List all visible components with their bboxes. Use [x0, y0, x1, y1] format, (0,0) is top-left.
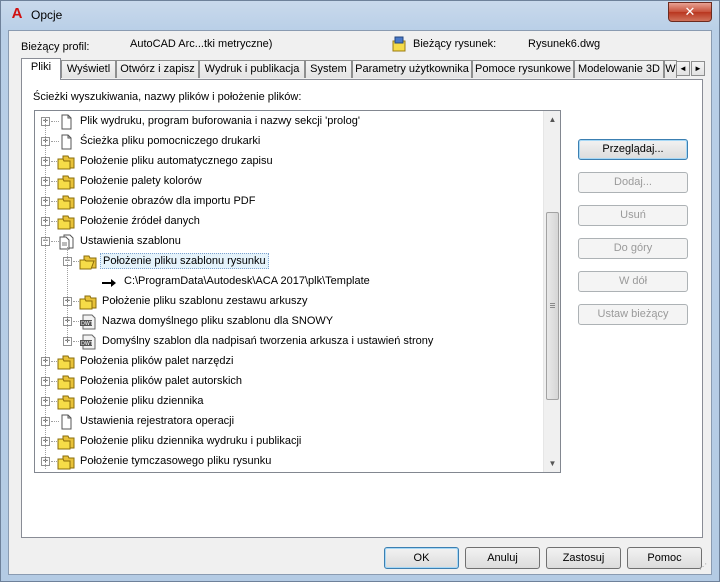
document-icon — [57, 414, 75, 430]
tree-item[interactable]: + Położenie pliku automatycznego zapisu — [35, 152, 543, 172]
tree-item-label: Domyślny szablon dla nadpisań tworzenia … — [102, 335, 434, 347]
svg-text:DWT: DWT — [81, 341, 94, 347]
window-title: Opcje — [31, 8, 63, 22]
tree-item[interactable]: C:\ProgramData\Autodesk\ACA 2017\plk\Tem… — [35, 272, 543, 292]
tree-item-label: Położenie pliku dziennika wydruku i publ… — [80, 435, 302, 447]
drawing-file-icon — [392, 36, 406, 52]
folder-icon — [57, 214, 75, 230]
tree-item-label: Położenie palety kolorów — [80, 175, 202, 187]
dwt-icon: DWT — [79, 334, 97, 350]
tree-item-label: Położenie pliku szablonu zestawu arkuszy — [102, 295, 308, 307]
tree-item[interactable]: + Położenie tymczasowego pliku rysunku — [35, 452, 543, 472]
tab-scroll-right-icon[interactable]: ► — [691, 61, 705, 76]
svg-text:DWT: DWT — [81, 321, 94, 327]
tree-item[interactable]: + Położenie źródeł danych — [35, 212, 543, 232]
tree-item-label: Położenie pliku szablonu rysunku — [100, 253, 269, 269]
browse-button[interactable]: Przeglądaj... — [578, 139, 688, 160]
ok-button[interactable]: OK — [384, 547, 459, 569]
dialog-body: Bieżący profil: AutoCAD Arc...tki metryc… — [8, 30, 712, 575]
tree-item-label: Położenie pliku dziennika — [80, 395, 204, 407]
tree-item[interactable]: + Ustawienia rejestratora operacji — [35, 412, 543, 432]
tab-display[interactable]: Wyświetl — [61, 60, 116, 78]
scroll-down-icon[interactable]: ▼ — [544, 455, 560, 472]
move-down-button[interactable]: W dół — [578, 271, 688, 292]
tree-item-label: Położenie obrazów dla importu PDF — [80, 195, 256, 207]
folder-icon — [57, 454, 75, 470]
tree-item[interactable]: + Położenia plików palet autorskich — [35, 372, 543, 392]
files-panel: Ścieżki wyszukiwania, nazwy plików i poł… — [21, 79, 703, 538]
scrollbar-thumb[interactable] — [546, 212, 559, 400]
folder-icon — [57, 174, 75, 190]
folder-icon — [57, 394, 75, 410]
tree-item-label: Plik wydruku, program buforowania i nazw… — [80, 115, 360, 127]
folder-icon — [57, 434, 75, 450]
tree-item[interactable]: + Położenie palety kolorów — [35, 172, 543, 192]
document-icon — [57, 134, 75, 150]
help-button[interactable]: Pomoc — [627, 547, 702, 569]
tab-open-save[interactable]: Otwórz i zapisz — [116, 60, 199, 78]
tree-item[interactable]: + Ścieżka pliku pomocniczego drukarki — [35, 132, 543, 152]
arrow-icon — [101, 274, 119, 290]
folder-icon — [79, 294, 97, 310]
dwt-icon: DWT — [79, 314, 97, 330]
tab-user-preferences[interactable]: Parametry użytkownika — [352, 60, 472, 78]
add-button[interactable]: Dodaj... — [578, 172, 688, 193]
cancel-button[interactable]: Anuluj — [465, 547, 540, 569]
tab-strip: Pliki Wyświetl Otwórz i zapisz Wydruk i … — [21, 58, 705, 80]
tree-item-label: Położenie źródeł danych — [80, 215, 200, 227]
title-bar[interactable]: A Opcje ✕ — [1, 1, 719, 29]
set-current-button[interactable]: Ustaw bieżący — [578, 304, 688, 325]
tree-item[interactable]: + DWT Domyślny szablon dla nadpisań tworze… — [35, 332, 543, 352]
tree-item-label: Położenie pliku automatycznego zapisu — [80, 155, 273, 167]
current-profile-value: AutoCAD Arc...tki metryczne) — [130, 38, 273, 50]
tree-scrollbar[interactable]: ▲ ▼ — [543, 111, 560, 472]
current-drawing-value: Rysunek6.dwg — [528, 38, 601, 50]
tree-item-label: C:\ProgramData\Autodesk\ACA 2017\plk\Tem… — [124, 275, 370, 287]
search-paths-label: Ścieżki wyszukiwania, nazwy plików i poł… — [33, 91, 302, 103]
tree-item[interactable]: − Ustawienia szablonu — [35, 232, 543, 252]
current-drawing-label: Bieżący rysunek: — [413, 38, 497, 50]
tree-item[interactable]: + Położenie pliku szablonu zestawu arkusz… — [35, 292, 543, 312]
tree-item-label: Ustawienia szablonu — [80, 235, 181, 247]
tab-scroll-left-icon[interactable]: ◄ — [676, 61, 690, 76]
open-folder-icon — [79, 254, 97, 270]
folder-icon — [57, 154, 75, 170]
tree-item[interactable]: − Położenie pliku szablonu rysunku — [35, 252, 543, 272]
close-button[interactable]: ✕ — [668, 2, 712, 22]
tab-3d-modeling[interactable]: Modelowanie 3D — [574, 60, 664, 78]
autocad-logo-icon: A — [11, 5, 23, 22]
tab-plot-publish[interactable]: Wydruk i publikacja — [199, 60, 305, 78]
scroll-up-icon[interactable]: ▲ — [544, 111, 560, 128]
tab-files[interactable]: Pliki — [21, 58, 61, 80]
apply-button[interactable]: Zastosuj — [546, 547, 621, 569]
resize-grip-icon[interactable]: ⋰ — [699, 562, 709, 572]
tree-item-label: Ścieżka pliku pomocniczego drukarki — [80, 135, 261, 147]
tree-item-label: Ustawienia rejestratora operacji — [80, 415, 235, 427]
remove-button[interactable]: Usuń — [578, 205, 688, 226]
tree-item[interactable]: + Położenie pliku dziennika — [35, 392, 543, 412]
tree-item-label: Nazwa domyślnego pliku szablonu dla SNOW… — [102, 315, 334, 327]
tab-drafting[interactable]: Pomoce rysunkowe — [472, 60, 574, 78]
folder-icon — [57, 354, 75, 370]
folder-icon — [57, 374, 75, 390]
tree-item[interactable]: + Położenie pliku dziennika wydruku i pub… — [35, 432, 543, 452]
search-paths-tree[interactable]: + Plik wydruku, program buforowania i naz… — [34, 110, 561, 473]
tree-item[interactable]: + Położenia plików palet narzędzi — [35, 352, 543, 372]
tree-item[interactable]: + DWT Nazwa domyślnego pliku szablonu dla … — [35, 312, 543, 332]
tree-item-label: Położenie tymczasowego pliku rysunku — [80, 455, 272, 467]
document-icon — [57, 114, 75, 130]
tab-system[interactable]: System — [305, 60, 352, 78]
tree-item-label: Położenia plików palet narzędzi — [80, 355, 234, 367]
tree-item-label: Położenia plików palet autorskich — [80, 375, 243, 387]
tree-item[interactable]: + Położenie obrazów dla importu PDF — [35, 192, 543, 212]
tree-item[interactable]: + Plik wydruku, program buforowania i naz… — [35, 112, 543, 132]
move-up-button[interactable]: Do góry — [578, 238, 688, 259]
folder-icon — [57, 194, 75, 210]
options-dialog: A Opcje ✕ Bieżący profil: AutoCAD Arc...… — [0, 0, 720, 582]
current-profile-label: Bieżący profil: — [21, 41, 90, 53]
documents-icon — [57, 234, 75, 250]
